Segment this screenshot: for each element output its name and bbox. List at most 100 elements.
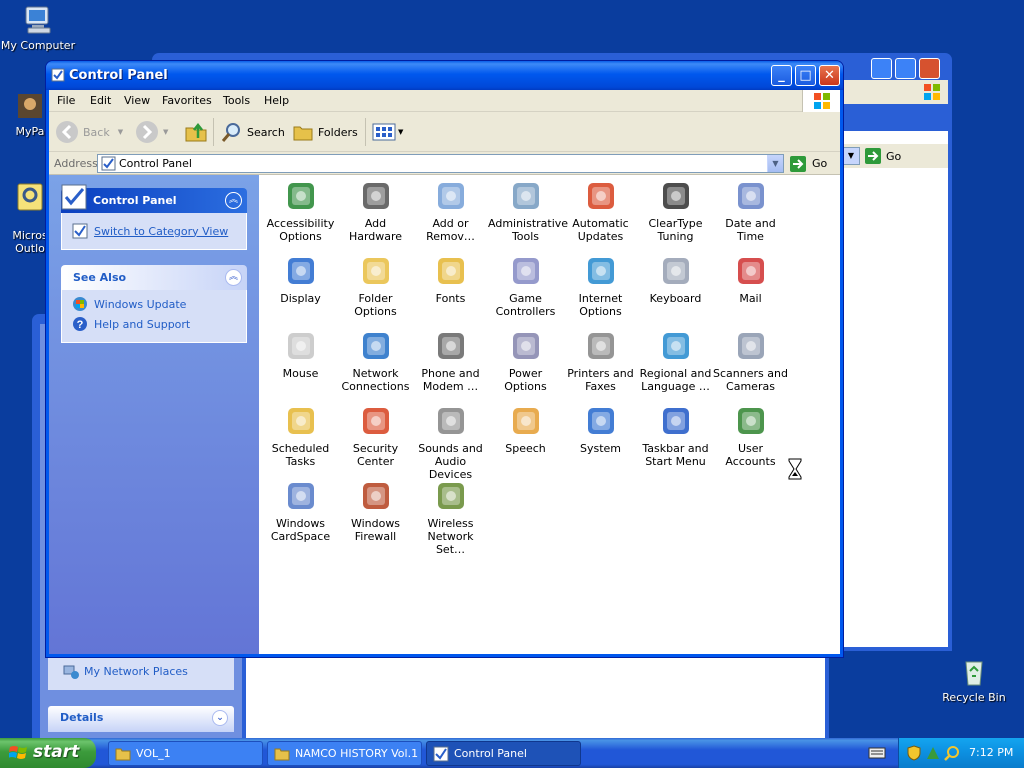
search-icon[interactable] [944, 745, 960, 761]
search-button[interactable]: Search [221, 119, 285, 145]
control-panel-item[interactable]: Windows CardSpace [263, 479, 338, 543]
close-button[interactable]: ✕ [819, 65, 840, 86]
folder-icon [274, 748, 290, 760]
views-button[interactable]: ▼ [372, 119, 403, 145]
control-panel-window[interactable]: Control Panel _ □ ✕ File Edit View Favor… [45, 60, 844, 658]
windows-update-link[interactable]: Windows Update [72, 294, 236, 314]
close-button[interactable] [919, 58, 940, 79]
control-panel-item[interactable]: Phone and Modem … [413, 329, 488, 393]
hardware-icon [362, 183, 389, 209]
minimize-button[interactable]: _ [771, 65, 792, 86]
start-button[interactable]: start [0, 738, 96, 768]
control-panel-panel-header[interactable]: Control Panel ︽ [61, 184, 247, 213]
control-panel-item[interactable]: User Accounts [713, 404, 788, 468]
details-panel-header[interactable]: Details ⌄ [48, 706, 234, 732]
taskbar-task-namco[interactable]: NAMCO HISTORY Vol.1 [267, 741, 422, 766]
back-arrow-icon [56, 121, 78, 143]
control-panel-icon [433, 746, 449, 761]
control-panel-item[interactable]: Speech [488, 404, 563, 455]
back-button[interactable]: Back ▼ [55, 119, 123, 145]
menu-favorites[interactable]: Favorites [162, 94, 212, 107]
control-panel-item[interactable]: ClearType Tuning [638, 179, 713, 243]
folder-options-icon [362, 258, 389, 284]
menu-file[interactable]: File [57, 94, 75, 107]
control-panel-item[interactable]: Add or Remov… [413, 179, 488, 243]
up-folder-button[interactable] [184, 119, 208, 145]
item-label: Accessibility Options [266, 217, 335, 243]
item-label: Fonts [435, 292, 466, 305]
control-panel-icon [51, 68, 65, 82]
power-plug-icon [512, 333, 539, 359]
address-input[interactable]: Control Panel ▼ [97, 154, 784, 173]
forward-dropdown-icon[interactable]: ▼ [163, 128, 168, 136]
network-icon[interactable] [925, 745, 941, 761]
views-dropdown-icon[interactable]: ▼ [398, 128, 403, 136]
menu-view[interactable]: View [124, 94, 150, 107]
control-panel-item[interactable]: Keyboard [638, 254, 713, 305]
control-panel-item[interactable]: Add Hardware [338, 179, 413, 243]
control-panel-item[interactable]: Scanners and Cameras [713, 329, 788, 393]
control-panel-item[interactable]: System [563, 404, 638, 455]
control-panel-item[interactable]: Wireless Network Set… [413, 479, 488, 556]
control-panel-item[interactable]: Display [263, 254, 338, 305]
see-also-header[interactable]: See Also ︽ [61, 265, 247, 290]
control-panel-item[interactable]: Automatic Updates [563, 179, 638, 243]
back-dropdown-icon[interactable]: ▼ [118, 128, 123, 136]
control-panel-item[interactable]: Fonts [413, 254, 488, 305]
control-panel-item[interactable]: Power Options [488, 329, 563, 393]
my-network-places-link[interactable]: My Network Places [48, 654, 234, 690]
switch-category-view-link[interactable]: Switch to Category View [72, 221, 236, 241]
address-dropdown[interactable]: ▼ [842, 147, 860, 165]
go-button[interactable]: Go [789, 154, 827, 173]
control-panel-item[interactable]: Scheduled Tasks [263, 404, 338, 468]
taskbar-task-control-panel[interactable]: Control Panel [426, 741, 581, 766]
minimize-button[interactable] [871, 58, 892, 79]
control-panel-item[interactable]: Game Controllers [488, 254, 563, 318]
scheduled-tasks-icon [287, 408, 314, 434]
control-panel-item[interactable]: Accessibility Options [263, 179, 338, 243]
security-shield-icon[interactable] [907, 745, 921, 761]
item-label: Keyboard [649, 292, 702, 305]
desktop-icon-recycle-bin[interactable]: Recycle Bin [936, 656, 1012, 704]
menu-tools[interactable]: Tools [223, 94, 250, 107]
task-pane: Control Panel ︽ Switch to Category View … [49, 175, 259, 654]
control-panel-item[interactable]: Mouse [263, 329, 338, 380]
control-panel-item[interactable]: Taskbar and Start Menu [638, 404, 713, 468]
control-panel-item[interactable]: Regional and Language … [638, 329, 713, 393]
item-label: Windows Firewall [350, 517, 401, 543]
control-panel-item[interactable]: Network Connections [338, 329, 413, 393]
control-panel-icon [61, 184, 87, 210]
see-also-panel: See Also ︽ Windows Update ? Help and Sup… [61, 265, 247, 343]
panel-title: Control Panel [93, 194, 177, 207]
forward-button[interactable]: ▼ [135, 119, 168, 145]
item-label: Regional and Language … [639, 367, 712, 393]
control-panel-item[interactable]: Internet Options [563, 254, 638, 318]
keyboard-icon[interactable] [868, 746, 886, 760]
maximize-button[interactable] [895, 58, 916, 79]
desktop-icon-my-computer[interactable]: My Computer [0, 4, 76, 52]
control-panel-item[interactable]: Administrative Tools [488, 179, 568, 243]
windows-logo-icon [814, 93, 830, 109]
expand-chevron-icon[interactable]: ⌄ [212, 710, 228, 726]
collapse-chevron-icon[interactable]: ︽ [225, 192, 242, 209]
control-panel-item[interactable]: Windows Firewall [338, 479, 413, 543]
title-bar[interactable]: Control Panel _ □ ✕ [46, 61, 843, 90]
go-button[interactable]: Go [864, 147, 901, 165]
control-panel-item[interactable]: Printers and Faxes [563, 329, 638, 393]
maximize-button[interactable]: □ [795, 65, 816, 86]
address-dropdown-icon[interactable]: ▼ [767, 155, 783, 172]
menu-help[interactable]: Help [264, 94, 289, 107]
control-panel-item[interactable]: Security Center [338, 404, 413, 468]
control-panel-item[interactable]: Sounds and Audio Devices [413, 404, 488, 481]
taskbar-task-vol1[interactable]: VOL_1 [108, 741, 263, 766]
control-panel-item[interactable]: Date and Time [713, 179, 788, 243]
help-and-support-link[interactable]: ? Help and Support [72, 314, 236, 334]
accessibility-icon [287, 183, 314, 209]
control-panel-item[interactable]: Folder Options [338, 254, 413, 318]
collapse-chevron-icon[interactable]: ︽ [225, 269, 242, 286]
control-panel-item[interactable]: Mail [713, 254, 788, 305]
task-label: VOL_1 [136, 747, 171, 760]
menu-edit[interactable]: Edit [90, 94, 111, 107]
regional-globe-icon [662, 333, 689, 359]
folders-button[interactable]: Folders [292, 119, 358, 145]
